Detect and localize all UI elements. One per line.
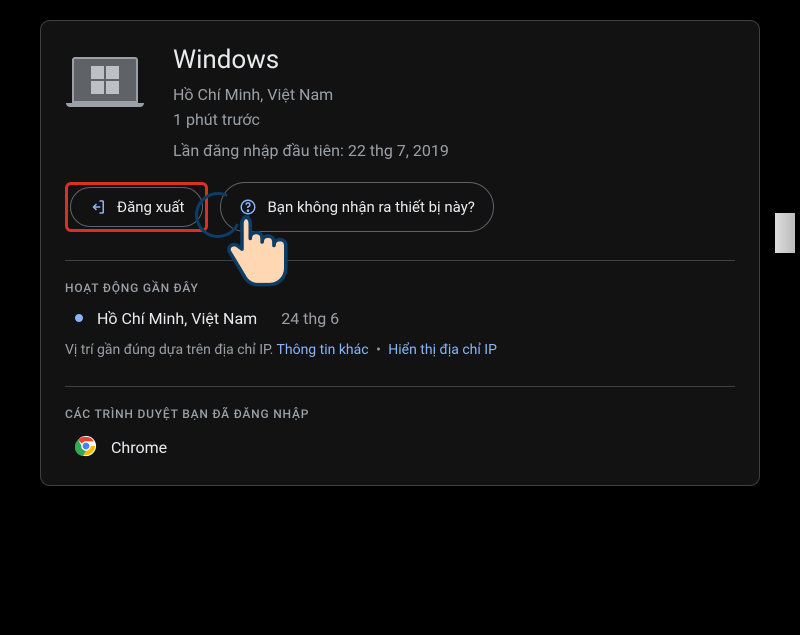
browsers-title: CÁC TRÌNH DUYỆT BẠN ĐÃ ĐĂNG NHẬP xyxy=(65,407,735,421)
activity-location: Hồ Chí Minh, Việt Nam xyxy=(97,309,257,328)
scrollbar-thumb[interactable] xyxy=(775,213,795,253)
recent-activity-title: HOẠT ĐỘNG GẦN ĐÂY xyxy=(65,281,735,295)
first-signin-label: Lần đăng nhập đầu tiên: xyxy=(173,141,344,160)
sign-out-button[interactable]: Đăng xuất xyxy=(70,187,203,227)
recent-activity-row[interactable]: Hồ Chí Minh, Việt Nam 24 thg 6 xyxy=(75,309,735,328)
device-first-signin: Lần đăng nhập đầu tiên: 22 thg 7, 2019 xyxy=(173,141,735,160)
more-info-link[interactable]: Thông tin khác xyxy=(277,342,369,358)
device-laptop-icon xyxy=(65,51,145,107)
device-location: Hồ Chí Minh, Việt Nam xyxy=(173,83,735,108)
active-dot-icon xyxy=(75,314,83,322)
ip-note-text: Vị trí gần đúng dựa trên địa chỉ IP. xyxy=(65,342,273,358)
browser-row[interactable]: Chrome xyxy=(75,435,735,461)
show-ip-link[interactable]: Hiển thị địa chỉ IP xyxy=(388,342,497,358)
signout-highlight: Đăng xuất xyxy=(65,182,208,232)
sign-out-label: Đăng xuất xyxy=(117,198,184,216)
ip-note: Vị trí gần đúng dựa trên địa chỉ IP. Thô… xyxy=(65,342,735,358)
activity-date: 24 thg 6 xyxy=(281,309,339,328)
device-info: Windows Hồ Chí Minh, Việt Nam 1 phút trư… xyxy=(173,43,735,160)
device-detail-card: Windows Hồ Chí Minh, Việt Nam 1 phút trư… xyxy=(40,20,760,486)
divider xyxy=(65,260,735,261)
dont-recognize-label: Bạn không nhận ra thiết bị này? xyxy=(267,198,474,216)
device-last-seen: 1 phút trước xyxy=(173,108,735,133)
first-signin-date: 22 thg 7, 2019 xyxy=(348,141,449,160)
dont-recognize-button[interactable]: Bạn không nhận ra thiết bị này? xyxy=(220,182,493,232)
help-circle-icon xyxy=(239,198,257,216)
sign-out-icon xyxy=(89,198,107,216)
device-title: Windows xyxy=(173,45,735,75)
chrome-icon xyxy=(75,435,97,461)
device-actions: Đăng xuất Bạn không nhận ra thiết bị này… xyxy=(65,182,735,232)
device-header: Windows Hồ Chí Minh, Việt Nam 1 phút trư… xyxy=(65,43,735,160)
divider xyxy=(65,386,735,387)
browser-name: Chrome xyxy=(111,438,167,457)
